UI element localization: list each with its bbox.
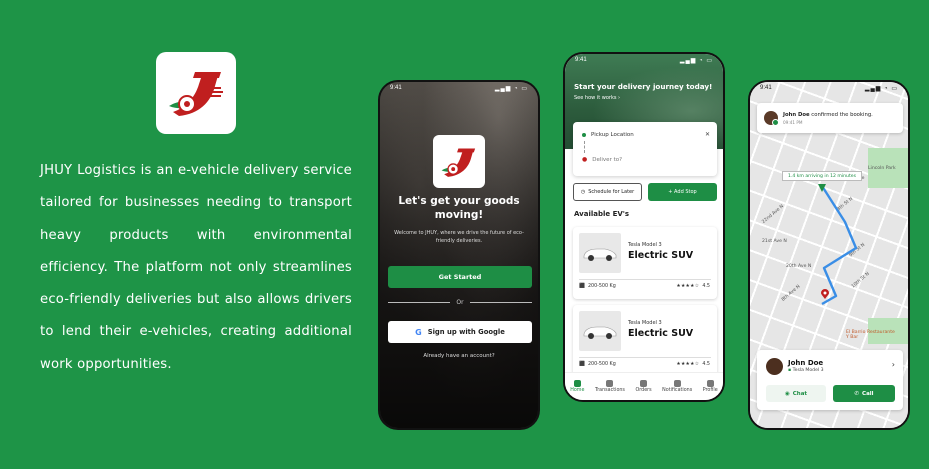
vehicle-card[interactable]: Tesla Model 3 Electric SUV ⬛ 200-500 Kg ★… (573, 305, 717, 377)
chevron-right-icon[interactable]: › (892, 360, 895, 369)
welcome-subtext: Welcome to JHUY, where we drive the futu… (394, 230, 524, 244)
star-icon: ★★★★☆ (676, 362, 700, 367)
welcome-logo (433, 135, 485, 188)
driver-name: John Doe (788, 359, 824, 367)
booking-notification[interactable]: John Doe confirmed the booking. 09:41 PM (757, 103, 903, 133)
google-icon: G (415, 327, 422, 337)
chat-button[interactable]: ◉ Chat (766, 385, 826, 402)
login-link[interactable]: Already have an account? (380, 353, 538, 359)
available-evs-heading: Available EV's (574, 210, 630, 218)
status-bar: 9:41 ▂▄▆ ◔ ▭ (575, 57, 713, 64)
or-divider: Or (388, 299, 533, 306)
avatar (766, 358, 783, 375)
driver-car: ▪ Tesla Model 3 (788, 368, 824, 373)
schedule-later-button[interactable]: ◷ Schedule for Later (573, 183, 642, 201)
get-started-button[interactable]: Get Started (388, 266, 532, 288)
pickup-input[interactable]: Pickup Location (582, 132, 634, 138)
bell-icon (673, 380, 681, 387)
notification-message: confirmed the booking. (809, 112, 873, 118)
weight-icon: ⬛ (579, 284, 585, 289)
close-icon[interactable]: ✕ (705, 131, 710, 138)
phone-icon: ✆ (854, 390, 860, 397)
nav-profile[interactable]: Profile (703, 380, 718, 393)
orders-icon (640, 380, 648, 387)
google-signup-button[interactable]: G Sign up with Google (388, 321, 532, 343)
jhuy-logo-icon (441, 147, 476, 177)
car-image (579, 233, 621, 273)
status-time: 9:41 (575, 57, 587, 63)
nav-transactions[interactable]: Transactions (595, 380, 625, 393)
location-card: Pickup Location ✕ ● Deliver to? (573, 122, 717, 176)
destination-pin-icon (821, 284, 829, 299)
status-time: 9:41 (390, 85, 402, 91)
vehicle-type: Electric SUV (628, 250, 694, 261)
nav-notifications[interactable]: Notifications (662, 380, 692, 393)
pickup-dot-icon (582, 133, 586, 137)
bottom-nav: Home Transactions Orders Notifications P… (565, 372, 723, 400)
call-button[interactable]: ✆ Call (833, 385, 895, 402)
signal-wifi-battery-icon: ▂▄▆ ◔ ▭ (494, 86, 528, 92)
driver-card: John Doe ▪ Tesla Model 3 › ◉ Chat ✆ Call (757, 350, 903, 410)
vehicle-rating: ★★★★☆ 4.5 (676, 362, 710, 367)
welcome-headline: Let's get your goods moving! (398, 195, 520, 221)
weight-icon: ⬛ (579, 362, 585, 367)
brand-description: JHUY Logistics is an e-vehicle delivery … (40, 163, 352, 372)
vehicle-model: Tesla Model 3 (628, 242, 662, 248)
phone-tracking: Lincoln Park 23rd Ave 22nd Ave N 21st Av… (748, 80, 910, 430)
vehicle-rating: ★★★★☆ 4.5 (676, 284, 710, 289)
vehicle-card[interactable]: Tesla Model 3 Electric SUV ⬛ 200-500 Kg ★… (573, 227, 717, 299)
eta-label: 1.4 km arriving in 12 minutes (782, 171, 862, 181)
deliver-input[interactable]: ● Deliver to? (582, 156, 622, 163)
add-stop-button[interactable]: + Add Stop (648, 183, 717, 201)
vehicle-capacity: ⬛ 200-500 Kg (579, 284, 616, 289)
see-how-link[interactable]: See how it works › (574, 95, 620, 101)
phone-welcome: 9:41 ▂▄▆ ◔ ▭ Let's get your goods moving… (378, 80, 540, 430)
receipt-icon (606, 380, 614, 387)
signal-wifi-battery-icon: ▂▄▆ ◔ ▭ (864, 86, 898, 92)
chat-icon: ◉ (784, 390, 790, 397)
status-bar: 9:41 ▂▄▆ ◔ ▭ (390, 85, 528, 92)
signal-wifi-battery-icon: ▂▄▆ ◔ ▭ (679, 58, 713, 64)
notification-time: 09:41 PM (783, 120, 803, 125)
jhuy-logo-icon (169, 72, 223, 116)
vehicle-model: Tesla Model 3 (628, 320, 662, 326)
car-icon: ▪ (788, 368, 792, 373)
app-logo (156, 52, 236, 134)
vehicle-type: Electric SUV (628, 328, 694, 339)
home-icon (573, 380, 581, 387)
phone-booking: 9:41 ▂▄▆ ◔ ▭ Start your delivery journey… (563, 52, 725, 402)
clock-icon: ◷ (580, 189, 586, 195)
vehicle-capacity: ⬛ 200-500 Kg (579, 362, 616, 367)
user-icon (706, 380, 714, 387)
car-image (579, 311, 621, 351)
status-time: 9:41 (760, 85, 772, 91)
star-icon: ★★★★☆ (676, 284, 700, 289)
avatar (764, 111, 779, 126)
nav-orders[interactable]: Orders (635, 380, 652, 393)
status-bar: 9:41 ▂▄▆ ◔ ▭ (760, 85, 898, 92)
nav-home[interactable]: Home (570, 380, 584, 393)
map-pin-icon: ● (582, 156, 588, 163)
notification-name: John Doe (783, 112, 810, 118)
hero-title: Start your delivery journey today! (574, 82, 713, 91)
